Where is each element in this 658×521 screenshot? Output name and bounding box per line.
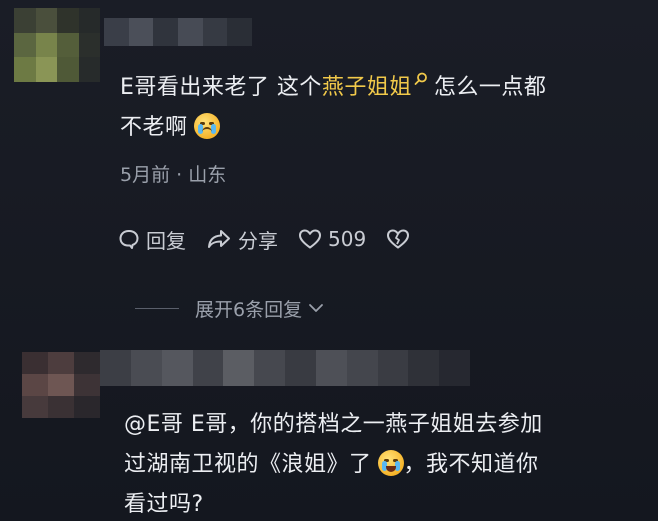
reply-label: 回复 [146, 228, 186, 253]
highlight-keyword-link[interactable]: 燕子姐姐 [322, 75, 412, 100]
comments-screen: E哥看出来老了 这个燕子姐姐 怎么一点都 不老啊 5月前 · 山东 回复 分享 5… [0, 0, 658, 521]
comment-text-line: E哥看出来老了 这个燕子姐姐 怎么一点都 [120, 68, 546, 108]
laughing-face-icon [377, 450, 404, 476]
comment-text-suffix: ，我不知道你 [403, 452, 539, 477]
comment-text-line: 看过吗? [124, 492, 204, 517]
comment-text-suffix: 怎么一点都 [433, 75, 547, 100]
username-blurred[interactable] [104, 18, 252, 46]
like-count: 509 [328, 227, 367, 251]
avatar-blurred[interactable] [14, 8, 100, 82]
comment-actions: 回复 分享 509 [118, 221, 436, 257]
broken-heart-icon [387, 229, 410, 249]
comment-meta: 5月前 · 山东 [120, 164, 227, 186]
share-icon [208, 230, 230, 248]
heart-icon [299, 229, 321, 249]
comment-text-line: 不老啊 [120, 108, 220, 148]
comment-text-prefix: E哥看出来老了 这个 [120, 75, 322, 100]
share-label: 分享 [238, 228, 278, 253]
crying-face-icon [193, 113, 220, 139]
like-button[interactable]: 509 [298, 227, 366, 251]
comment-text-line: 过湖南卫视的《浪姐》了 ，我不知道你 [124, 445, 539, 485]
comment-text-prefix: 过湖南卫视的《浪姐》了 [124, 452, 372, 477]
share-button[interactable]: 分享 [206, 225, 278, 254]
reply-button[interactable]: 回复 [118, 225, 186, 254]
expand-replies-button[interactable]: 展开6条回复 [135, 290, 324, 326]
expand-replies-label: 展开6条回复 [195, 298, 303, 321]
chevron-down-icon [309, 304, 323, 312]
divider-line [135, 307, 179, 309]
comment-text: 不老啊 [120, 115, 188, 140]
username-blurred[interactable] [100, 350, 470, 386]
avatar-blurred[interactable] [22, 352, 100, 418]
comment-text-line: @E哥 E哥，你的搭档之一燕子姐姐去参加 [124, 412, 543, 437]
dislike-button[interactable] [386, 228, 416, 250]
reply-icon [119, 230, 139, 249]
search-icon[interactable] [414, 72, 428, 86]
